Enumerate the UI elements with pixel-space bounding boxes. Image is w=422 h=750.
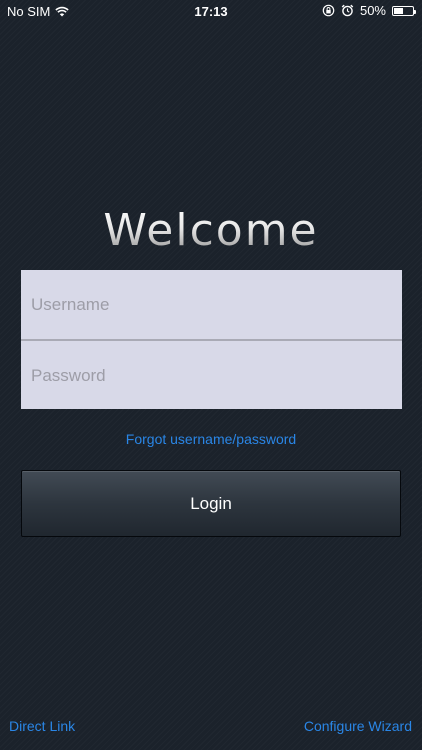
direct-link[interactable]: Direct Link [9, 718, 75, 734]
alarm-icon [341, 4, 354, 17]
login-button[interactable]: Login [21, 470, 401, 537]
forgot-credentials-link[interactable]: Forgot username/password [0, 431, 422, 447]
welcome-title: Welcome [0, 205, 422, 256]
status-right: 50% [322, 3, 416, 18]
configure-wizard-link[interactable]: Configure Wizard [304, 718, 412, 734]
battery-icon [392, 5, 416, 16]
password-input[interactable] [21, 341, 402, 410]
battery-fill [394, 7, 403, 14]
login-form [21, 270, 402, 410]
orientation-lock-icon [322, 4, 335, 17]
username-input[interactable] [21, 270, 402, 339]
status-bar: No SIM 17:13 50% [0, 0, 422, 22]
battery-percent: 50% [359, 3, 386, 18]
